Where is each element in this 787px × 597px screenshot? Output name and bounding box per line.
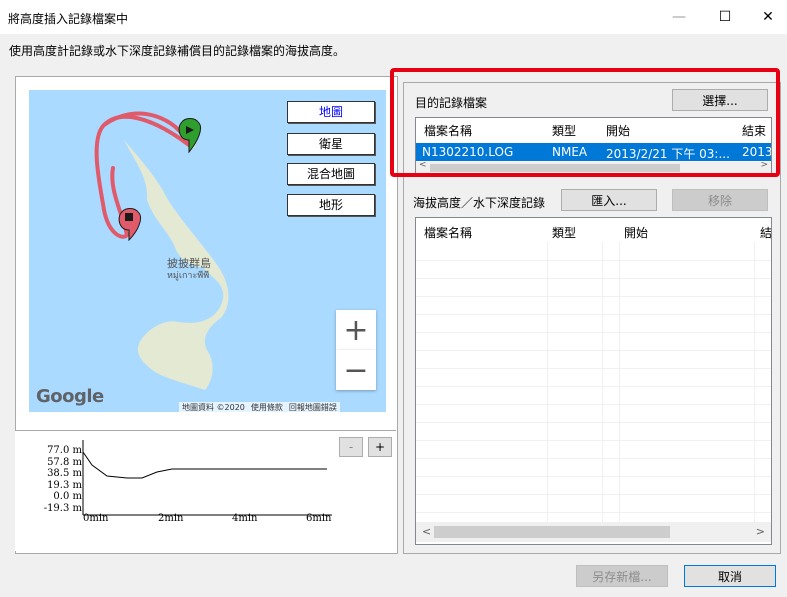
y-tick-label: 0.0 m <box>53 491 82 502</box>
elevation-line <box>82 451 327 479</box>
scroll-left-icon[interactable]: < <box>422 525 431 538</box>
map-type-satellite-button[interactable]: 衛星 <box>287 133 375 155</box>
import-button[interactable]: 匯入... <box>561 189 657 211</box>
chart-zoom-out-button[interactable]: - <box>339 437 363 457</box>
remove-button[interactable]: 移除 <box>672 189 768 211</box>
y-tick-label: 57.8 m <box>47 456 82 468</box>
scroll-thumb[interactable] <box>434 526 670 538</box>
google-logo: Google <box>36 386 104 407</box>
col-header-name[interactable]: 檔案名稱 <box>424 224 472 241</box>
y-tick-label: -19.3 m <box>43 502 82 514</box>
window-title: 將高度插入記錄檔案中 <box>8 12 129 26</box>
y-tick-label: 77.0 m <box>47 445 82 456</box>
map-attribution: 地圖資料 ©2020 使用條款 回報地圖錯誤 <box>179 402 340 413</box>
x-tick-label: 6min <box>306 513 332 524</box>
chart-zoom-in-button[interactable]: + <box>368 437 392 457</box>
x-tick-label: 2min <box>158 513 184 524</box>
elevation-y-axis-labels: 77.0 m 57.8 m 38.5 m 19.3 m 0.0 m -19.3 … <box>18 445 82 514</box>
map-type-map-button[interactable]: 地圖 <box>287 101 375 123</box>
island-label-thai: หมู่เกาะพีพี <box>167 271 210 281</box>
close-button[interactable]: ✕ <box>745 0 787 34</box>
zoom-in-button[interactable]: + <box>336 310 376 350</box>
save-as-button[interactable]: 另存新檔... <box>576 565 668 587</box>
x-tick-label: 0min <box>83 513 109 524</box>
maximize-button[interactable]: ☐ <box>702 0 748 34</box>
col-header-end[interactable]: 結 <box>760 224 771 241</box>
start-marker-icon[interactable] <box>178 118 202 154</box>
minimize-button[interactable]: — <box>656 0 702 34</box>
altitude-log-label: 海拔高度／水下深度記錄 <box>413 196 546 210</box>
scroll-right-icon[interactable]: > <box>756 525 765 538</box>
col-header-start[interactable]: 開始 <box>624 224 648 241</box>
y-tick-label: 19.3 m <box>47 479 82 491</box>
altitude-log-table: 檔案名稱 類型 開始 結 < > <box>415 217 772 545</box>
altitude-hscrollbar[interactable]: < > <box>416 522 771 542</box>
highlight-box <box>390 68 780 177</box>
x-tick-label: 4min <box>232 513 258 524</box>
map-type-terrain-button[interactable]: 地形 <box>287 194 375 216</box>
description-text: 使用高度計記錄或水下深度記錄補償目的記錄檔案的海拔高度。 <box>9 44 346 58</box>
attribution-terms[interactable]: 使用條款 <box>247 402 286 413</box>
cancel-button[interactable]: 取消 <box>684 565 776 587</box>
map-type-hybrid-button[interactable]: 混合地圖 <box>287 163 375 185</box>
attribution-data[interactable]: 地圖資料 ©2020 <box>179 402 248 413</box>
y-tick-label: 38.5 m <box>47 468 82 479</box>
col-header-type[interactable]: 類型 <box>552 224 576 241</box>
attribution-report[interactable]: 回報地圖錯誤 <box>285 402 340 413</box>
zoom-out-button[interactable]: − <box>336 350 376 390</box>
gps-route-top <box>102 111 191 147</box>
elevation-plot <box>82 440 332 516</box>
